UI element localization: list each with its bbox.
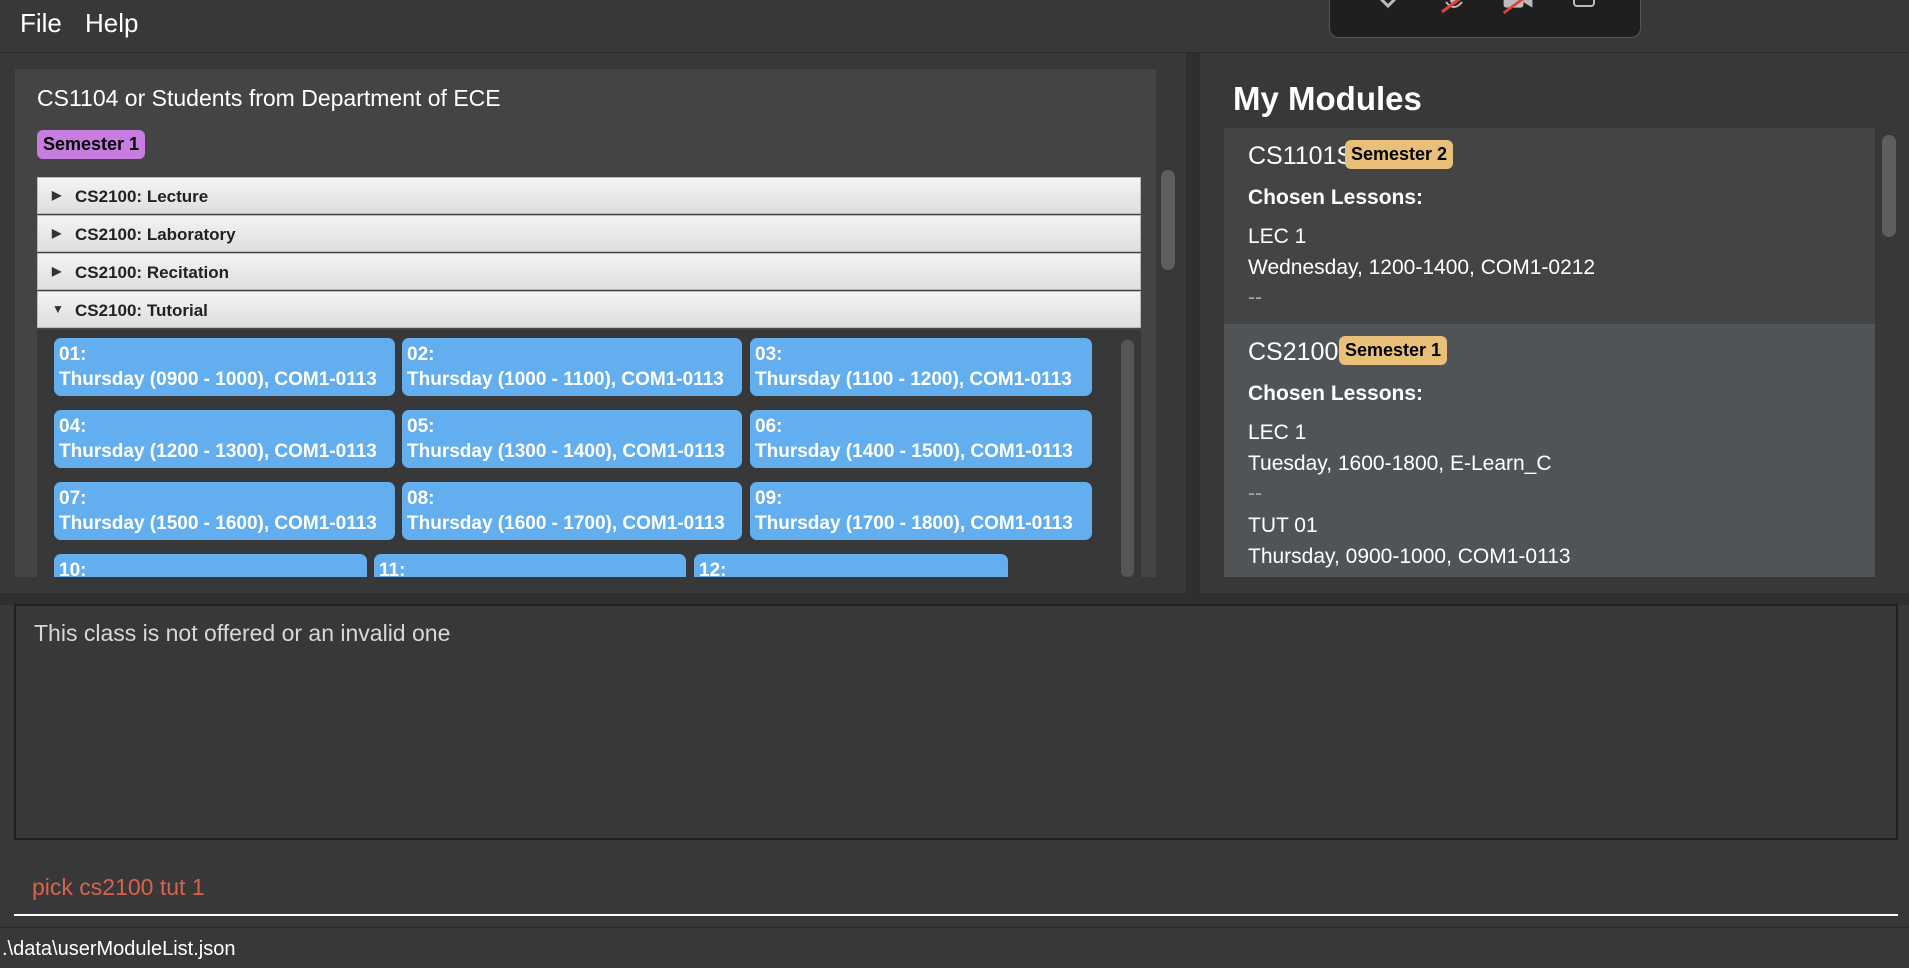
command-input[interactable]: pick cs2100 tut 1	[14, 860, 1898, 916]
vertical-divider[interactable]	[1186, 53, 1200, 593]
semester-badge: Semester 1	[37, 130, 146, 159]
accordion-label: CS2100: Recitation	[75, 263, 229, 282]
tutorial-slot-02[interactable]: 02: Thursday (1000 - 1100), COM1-0113	[402, 338, 742, 396]
slot-time: Thursday (0900 - 1000), COM1-0113	[59, 369, 377, 390]
accordion-label: CS2100: Lecture	[75, 187, 209, 206]
accordion-laboratory[interactable]: ▶ CS2100: Laboratory	[37, 215, 1141, 252]
expand-arrow-icon: ▶	[52, 226, 62, 240]
expand-arrow-icon: ▶	[52, 264, 62, 278]
tutorial-slot-03[interactable]: 03: Thursday (1100 - 1200), COM1-0113	[750, 338, 1092, 396]
camera-off-icon[interactable]	[1500, 0, 1536, 18]
slot-time: Thursday (1300 - 1400), COM1-0113	[407, 441, 725, 462]
slot-number: 10:	[59, 560, 87, 577]
slot-time: Thursday (1100 - 1200), COM1-0113	[755, 369, 1072, 390]
module-card-cs2100[interactable]: CS2100 Semester 1 Chosen Lessons: LEC 1 …	[1224, 324, 1875, 577]
tutorial-slot-list: 01: Thursday (0900 - 1000), COM1-0113 02…	[37, 330, 1141, 577]
slot-number: 11:	[379, 560, 406, 577]
lesson-separator: --	[1248, 482, 1262, 505]
accordion-recitation[interactable]: ▶ CS2100: Recitation	[37, 253, 1141, 290]
slot-time: Thursday (1000 - 1100), COM1-0113	[407, 369, 724, 390]
right-panel-scrollbar[interactable]	[1882, 135, 1896, 237]
slot-number: 07:	[59, 488, 87, 509]
slot-number: 04:	[59, 416, 87, 437]
slot-time: Thursday (1400 - 1500), COM1-0113	[755, 441, 1073, 462]
slot-number: 03:	[755, 344, 783, 365]
semester-badge: Semester 1	[1339, 336, 1448, 365]
slot-time: Thursday (1200 - 1300), COM1-0113	[59, 441, 377, 462]
lesson-line: LEC 1	[1248, 421, 1307, 444]
tutorial-slot-05[interactable]: 05: Thursday (1300 - 1400), COM1-0113	[402, 410, 742, 468]
meeting-toolbar	[1329, 0, 1641, 38]
status-bar: .\data\userModuleList.json	[0, 927, 1909, 968]
tutorial-slot-11[interactable]: 11:	[374, 554, 686, 577]
expand-arrow-icon: ▶	[52, 188, 62, 202]
slot-time: Thursday (1600 - 1700), COM1-0113	[407, 513, 725, 534]
tutorial-slot-01[interactable]: 01: Thursday (0900 - 1000), COM1-0113	[54, 338, 395, 396]
slot-number: 08:	[407, 488, 435, 509]
collapse-arrow-icon: ▼	[52, 302, 64, 316]
lesson-line: Wednesday, 1200-1400, COM1-0212	[1248, 256, 1596, 279]
slot-number: 01:	[59, 344, 87, 365]
slot-number: 05:	[407, 416, 435, 437]
slot-number: 02:	[407, 344, 435, 365]
tutorial-slot-06[interactable]: 06: Thursday (1400 - 1500), COM1-0113	[750, 410, 1092, 468]
lesson-separator: --	[1248, 286, 1262, 309]
mic-muted-icon[interactable]	[1436, 0, 1472, 18]
slot-time: Thursday (1700 - 1800), COM1-0113	[755, 513, 1073, 534]
my-modules-title: My Modules	[1233, 80, 1422, 117]
tutorial-slot-07[interactable]: 07: Thursday (1500 - 1600), COM1-0113	[54, 482, 395, 540]
slot-number: 06:	[755, 416, 783, 437]
result-message: This class is not offered or an invalid …	[34, 620, 451, 646]
tutorial-slot-10[interactable]: 10:	[54, 554, 367, 577]
tutorial-slot-08[interactable]: 08: Thursday (1600 - 1700), COM1-0113	[402, 482, 742, 540]
semester-badge: Semester 2	[1345, 140, 1454, 169]
module-title: CS1104 or Students from Department of EC…	[37, 85, 501, 111]
lesson-line: LEC 1	[1248, 225, 1307, 248]
lesson-line: TUT 01	[1248, 514, 1318, 537]
tutorial-slot-09[interactable]: 09: Thursday (1700 - 1800), COM1-0113	[750, 482, 1092, 540]
menu-help[interactable]: Help	[85, 8, 138, 39]
chosen-lessons-label: Chosen Lessons:	[1248, 382, 1424, 405]
module-code: CS1101S	[1248, 142, 1354, 170]
lesson-line: Tuesday, 1600-1800, E-Learn_C	[1248, 452, 1552, 475]
tutorial-scrollbar[interactable]	[1121, 340, 1134, 577]
slot-number: 09:	[755, 488, 783, 509]
tutorial-slot-12[interactable]: 12:	[694, 554, 1008, 577]
chosen-lessons-label: Chosen Lessons:	[1248, 186, 1424, 209]
slot-time: Thursday (1500 - 1600), COM1-0113	[59, 513, 377, 534]
accordion-label: CS2100: Laboratory	[75, 225, 236, 244]
data-file-path: .\data\userModuleList.json	[2, 938, 236, 960]
command-text[interactable]: pick cs2100 tut 1	[32, 874, 205, 901]
accordion-label: CS2100: Tutorial	[75, 301, 208, 320]
module-code: CS2100	[1248, 338, 1339, 366]
accordion-lecture[interactable]: ▶ CS2100: Lecture	[37, 177, 1141, 214]
left-panel-scrollbar[interactable]	[1161, 170, 1175, 270]
lesson-line: Thursday, 0900-1000, COM1-0113	[1248, 545, 1571, 568]
accordion-tutorial[interactable]: ▼ CS2100: Tutorial	[37, 291, 1141, 328]
result-display[interactable]: This class is not offered or an invalid …	[14, 604, 1898, 840]
module-card-cs1101s[interactable]: CS1101S Semester 2 Chosen Lessons: LEC 1…	[1224, 128, 1875, 324]
tutorial-slot-04[interactable]: 04: Thursday (1200 - 1300), COM1-0113	[54, 410, 395, 468]
menu-file[interactable]: File	[20, 8, 62, 39]
chevron-down-icon[interactable]	[1370, 0, 1406, 18]
share-icon[interactable]	[1566, 0, 1602, 18]
my-modules-list: CS1101S Semester 2 Chosen Lessons: LEC 1…	[1224, 128, 1875, 577]
slot-number: 12:	[699, 560, 727, 577]
